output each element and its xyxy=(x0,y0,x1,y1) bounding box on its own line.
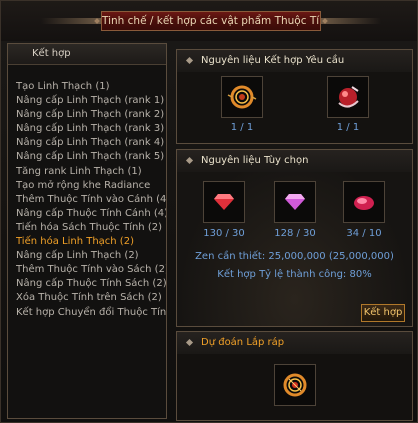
required-materials-panel: Nguyên liệu Kết hợp Yêu cầu 1 / 1 1 / 1 xyxy=(176,49,413,144)
combine-button[interactable]: Kết hợp xyxy=(361,304,405,322)
result-preview-header: Dự đoán Lắp ráp xyxy=(177,332,412,354)
result-preview-panel: Dự đoán Lắp ráp xyxy=(176,331,413,421)
optional-materials-header: Nguyên liệu Tùy chọn xyxy=(177,150,412,172)
recipe-item[interactable]: Nâng cấp Linh Thạch (rank 2) xyxy=(16,108,166,122)
optional-slot-2[interactable] xyxy=(274,181,316,223)
recipe-item[interactable]: Nâng cấp Linh Thạch (2) xyxy=(16,249,166,263)
pink-gem-icon xyxy=(285,194,305,210)
red-gem-icon xyxy=(214,194,234,210)
zen-required-text: Zen cần thiết: 25,000,000 (25,000,000) xyxy=(195,251,394,262)
recipe-item[interactable]: Thêm Thuộc Tính vào Cánh (4 xyxy=(16,193,166,207)
result-ring-icon xyxy=(283,373,307,397)
optional-slot-3[interactable] xyxy=(343,181,385,223)
optional-slot-1[interactable] xyxy=(203,181,245,223)
bullet-icon xyxy=(185,156,194,165)
optional-count-1: 130 / 30 xyxy=(203,228,245,239)
optional-materials-title: Nguyên liệu Tùy chọn xyxy=(201,155,309,166)
recipe-item[interactable]: Tăng rank Linh Thạch (1) xyxy=(16,165,166,179)
optional-count-2: 128 / 30 xyxy=(274,228,316,239)
recipe-item[interactable]: Tạo mở rộng khe Radiance xyxy=(16,179,166,193)
recipe-list-header: Kết hợp xyxy=(8,44,166,65)
recipe-item[interactable]: Tiến hóa Sách Thuộc Tính (2) xyxy=(16,221,166,235)
recipe-item[interactable]: Thêm Thuộc Tính vào Sách (2) xyxy=(16,263,166,277)
bullet-icon xyxy=(185,56,194,65)
title-bar: Tinh chế / kết hợp các vật phẩm Thuộc Tí… xyxy=(1,1,417,41)
title-ornament-right xyxy=(321,18,381,24)
recipe-item[interactable]: Nâng cấp Linh Thạch (rank 1) xyxy=(16,94,166,108)
recipe-item[interactable]: Tiến hóa Linh Thạch (2) xyxy=(16,235,166,249)
required-slot-2[interactable] xyxy=(327,76,369,118)
recipe-item[interactable]: Kết hợp Chuyển đổi Thuộc Tín xyxy=(16,306,166,320)
recipe-item[interactable]: Tạo Linh Thạch (1) xyxy=(16,80,166,94)
optional-materials-panel: Nguyên liệu Tùy chọn 130 / 30 128 / 30 3… xyxy=(176,149,413,327)
combination-window: Tinh chế / kết hợp các vật phẩm Thuộc Tí… xyxy=(0,0,418,423)
required-count-1: 1 / 1 xyxy=(230,122,254,133)
recipe-item[interactable]: Nâng cấp Linh Thạch (rank 3) xyxy=(16,122,166,136)
bullet-icon xyxy=(185,338,194,347)
recipe-item[interactable]: Nâng cấp Linh Thạch (rank 5) xyxy=(16,150,166,164)
required-slot-1[interactable] xyxy=(221,76,263,118)
recipe-item[interactable]: Nâng cấp Thuộc Tính Sách (2) xyxy=(16,277,166,291)
result-preview-title: Dự đoán Lắp ráp xyxy=(201,337,285,348)
recipe-list-panel: Kết hợp Tạo Linh Thạch (1) Nâng cấp Linh … xyxy=(7,43,167,419)
required-count-2: 1 / 1 xyxy=(336,122,360,133)
recipe-list: Tạo Linh Thạch (1) Nâng cấp Linh Thạch (r… xyxy=(16,80,166,320)
recipe-item[interactable]: Nâng cấp Linh Thạch (rank 4) xyxy=(16,136,166,150)
optional-count-3: 34 / 10 xyxy=(346,228,382,239)
gold-ring-icon xyxy=(227,85,257,109)
success-rate-text: Kết hợp Tỷ lệ thành công: 80% xyxy=(217,269,372,280)
crimson-gem-icon xyxy=(354,196,374,210)
window-title: Tinh chế / kết hợp các vật phẩm Thuộc Tí… xyxy=(101,11,321,31)
required-materials-header: Nguyên liệu Kết hợp Yêu cầu xyxy=(177,50,412,72)
recipe-list-title: Kết hợp xyxy=(32,48,71,59)
red-orb-icon xyxy=(338,86,359,108)
required-materials-title: Nguyên liệu Kết hợp Yêu cầu xyxy=(201,55,345,66)
title-ornament-left xyxy=(41,18,101,24)
recipe-item[interactable]: Nâng cấp Thuộc Tính Cánh (4) xyxy=(16,207,166,221)
recipe-item[interactable]: Xóa Thuộc Tính trên Sách (2) xyxy=(16,291,166,305)
result-slot[interactable] xyxy=(274,364,316,406)
